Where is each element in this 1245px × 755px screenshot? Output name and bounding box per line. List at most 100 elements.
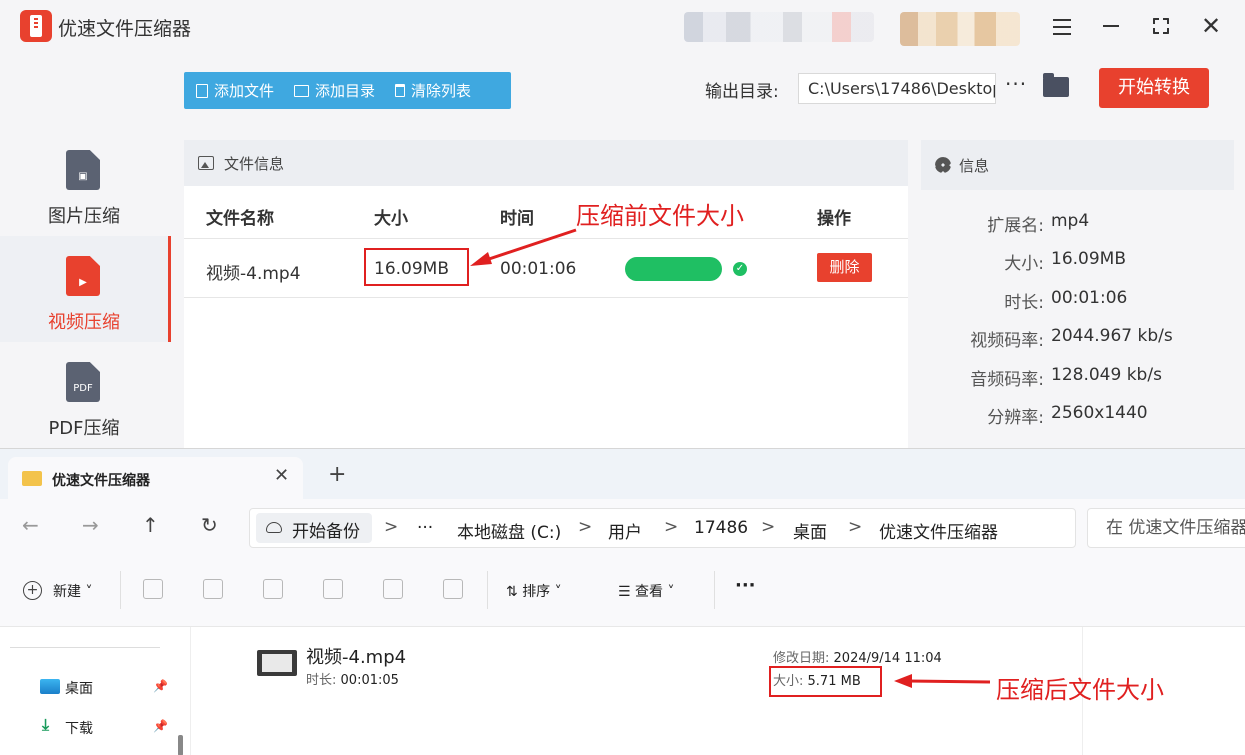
copy-icon[interactable] [203, 579, 223, 599]
column-header-size: 大小 [374, 209, 408, 229]
breadcrumb-separator: > [384, 517, 399, 537]
column-header-action: 操作 [817, 209, 851, 229]
navigation-pane: 桌面 📌 ⤓ 下载 📌 [0, 627, 180, 755]
new-button[interactable]: 新建 ˅ [53, 581, 92, 601]
add-directory-button[interactable]: 添加目录 [294, 80, 375, 101]
search-input[interactable]: 在 优速文件压缩器 中搜索 [1087, 508, 1245, 548]
file-info-panel: 文件信息 文件名称 大小 时间 操作 视频-4.mp4 16.09MB 00:0… [184, 140, 908, 448]
back-icon[interactable]: ← [22, 513, 39, 537]
title-bar: 优速文件压缩器 ✕ [0, 0, 1245, 54]
rename-icon[interactable] [323, 579, 343, 599]
info-row-extension: 扩展名: mp4 [987, 211, 1090, 236]
breadcrumb-item-users[interactable]: 用户 [608, 518, 642, 543]
info-row-resolution: 分辨率: 2560x1440 [987, 403, 1148, 428]
breadcrumb-item-user[interactable]: 17486 [694, 518, 748, 538]
info-panel: 信息 扩展名: mp4 大小: 16.09MB 时长: 00:01:06 视频码率: 2… [921, 140, 1234, 448]
sidebar: ▣ 图片压缩 ▶ 视频压缩 PDF PDF压缩 [0, 54, 172, 448]
backup-label: 开始备份 [292, 522, 360, 542]
image-file-icon: ▣ [66, 150, 100, 190]
app-logo-icon [20, 10, 52, 42]
sidebar-item-label: 图片压缩 [48, 206, 120, 227]
breadcrumb-item-desktop[interactable]: 桌面 [793, 518, 827, 543]
output-dir-label: 输出目录: [705, 82, 779, 102]
desktop-icon [40, 679, 60, 694]
file-icon [196, 83, 208, 98]
address-bar[interactable]: 开始备份 > ··· 本地磁盘 (C:) > 用户 > 17486 > 桌面 >… [249, 508, 1076, 548]
clear-list-button[interactable]: 清除列表 [395, 80, 471, 101]
close-icon[interactable]: ✕ [1196, 12, 1226, 40]
explorer-tab-bar: 优速文件压缩器 ✕ + [0, 449, 1245, 499]
separator [714, 571, 715, 609]
maximize-icon[interactable] [1146, 12, 1176, 40]
new-tab-button[interactable]: + [328, 462, 346, 487]
cut-icon[interactable] [143, 579, 163, 599]
file-name[interactable]: 视频-4.mp4 [306, 643, 406, 669]
forward-icon[interactable]: → [82, 513, 99, 537]
file-name-cell: 视频-4.mp4 [206, 264, 301, 284]
nav-item-downloads[interactable]: 下载 [65, 718, 93, 738]
gear-icon [935, 157, 951, 173]
output-dir-field[interactable]: C:\Users\17486\Desktop [798, 73, 996, 104]
up-icon[interactable]: ↑ [142, 513, 159, 537]
file-info-header: 文件信息 [184, 140, 908, 186]
minimize-icon[interactable] [1096, 12, 1126, 40]
pin-icon[interactable]: 📌 [153, 679, 168, 693]
sort-button[interactable]: ⇅ 排序 ˅ [506, 581, 562, 601]
breadcrumb-separator: > [761, 517, 776, 537]
info-row-size: 大小: 16.09MB [1004, 249, 1126, 274]
video-file-icon: ▶ [66, 256, 100, 296]
annotation-arrow-after [894, 674, 991, 688]
separator [487, 571, 488, 609]
breadcrumb-overflow[interactable]: ··· [417, 518, 433, 538]
file-explorer-window: 优速文件压缩器 ✕ + ← → ↑ ↻ 开始备份 > ··· 本地磁盘 (C:)… [0, 448, 1245, 755]
explorer-command-bar: + 新建 ˅ ⇅ 排序 ˅ ☰ 查看 ˅ ··· [0, 557, 1245, 627]
browse-more-button[interactable]: ··· [1005, 72, 1027, 96]
open-folder-icon[interactable] [1043, 73, 1069, 97]
start-convert-button[interactable]: 开始转换 [1099, 68, 1209, 108]
tab-title: 优速文件压缩器 [52, 473, 150, 489]
info-header: 信息 [921, 140, 1234, 190]
add-file-button[interactable]: 添加文件 [196, 80, 274, 101]
sidebar-item-video-compress[interactable]: ▶ 视频压缩 [0, 236, 171, 342]
breadcrumb-separator: > [578, 517, 593, 537]
delete-icon[interactable] [443, 579, 463, 599]
start-backup-button[interactable]: 开始备份 [256, 513, 372, 543]
tab-close-icon[interactable]: ✕ [274, 465, 289, 486]
highlight-box-after [769, 666, 882, 697]
view-button[interactable]: ☰ 查看 ˅ [618, 581, 674, 601]
breadcrumb-separator: > [664, 517, 679, 537]
explorer-tab[interactable]: 优速文件压缩器 ✕ [8, 457, 303, 499]
info-row-duration: 时长: 00:01:06 [1004, 288, 1128, 313]
folder-icon [294, 84, 310, 97]
annotation-after-size: 压缩后文件大小 [996, 676, 1164, 704]
pin-icon[interactable]: 📌 [153, 719, 168, 733]
new-icon: + [23, 581, 42, 600]
highlight-box-before [364, 248, 469, 286]
sidebar-item-image-compress[interactable]: ▣ 图片压缩 [0, 130, 168, 236]
file-modified-date: 修改日期: 2024/9/14 11:04 [773, 651, 942, 666]
paste-icon[interactable] [263, 579, 283, 599]
cloud-icon [266, 522, 282, 533]
annotation-before-size: 压缩前文件大小 [576, 202, 744, 230]
separator [120, 571, 121, 609]
breadcrumb-item-local-disk[interactable]: 本地磁盘 (C:) [457, 518, 561, 543]
menu-icon[interactable] [1047, 12, 1077, 40]
divider [10, 647, 160, 648]
delete-button[interactable]: 删除 [817, 253, 872, 282]
more-options-button[interactable]: ··· [735, 575, 756, 596]
divider [184, 297, 908, 298]
scrollbar[interactable] [178, 735, 183, 755]
share-icon[interactable] [383, 579, 403, 599]
pdf-file-icon: PDF [66, 362, 100, 402]
image-icon [198, 156, 214, 170]
sidebar-item-label: PDF压缩 [48, 418, 120, 439]
sidebar-item-pdf-compress[interactable]: PDF PDF压缩 [0, 342, 168, 448]
breadcrumb-item-current[interactable]: 优速文件压缩器 [879, 518, 998, 543]
blurred-avatar [900, 12, 1020, 46]
explorer-nav-bar: ← → ↑ ↻ 开始备份 > ··· 本地磁盘 (C:) > 用户 > 1748… [0, 499, 1245, 557]
video-file-icon[interactable] [257, 650, 297, 676]
nav-item-desktop[interactable]: 桌面 [65, 678, 93, 698]
progress-bar [625, 257, 722, 281]
folder-icon [22, 471, 42, 486]
refresh-icon[interactable]: ↻ [201, 513, 218, 537]
